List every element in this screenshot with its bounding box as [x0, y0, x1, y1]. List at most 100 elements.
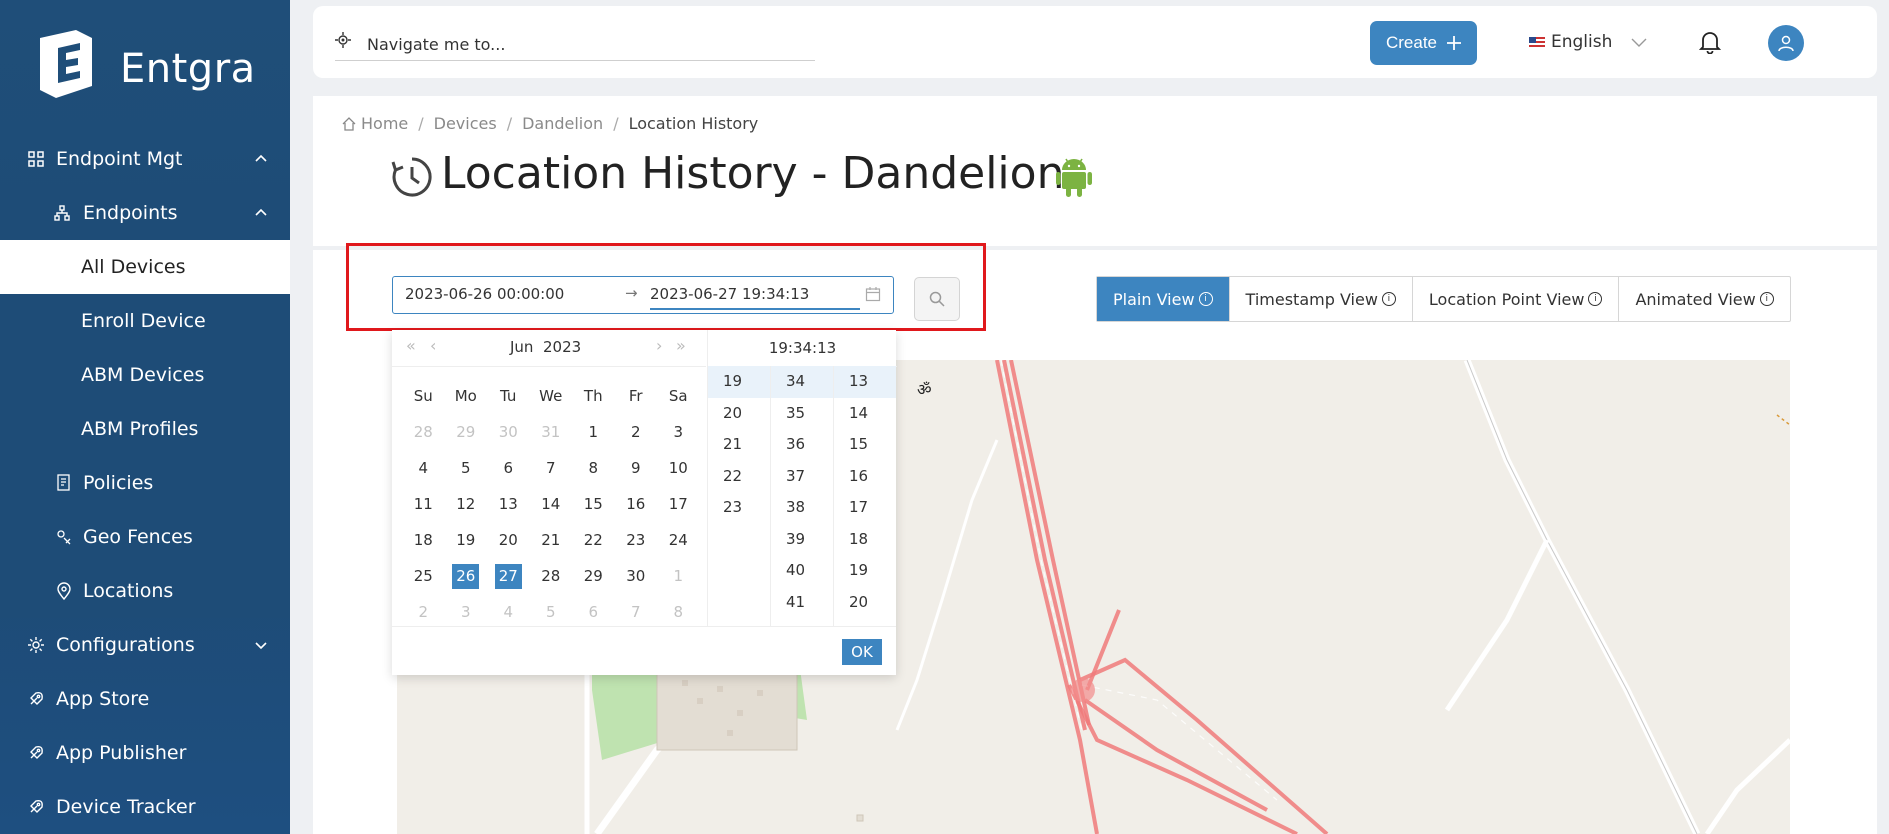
- next-year-icon[interactable]: »: [676, 336, 686, 355]
- calendar-day[interactable]: 30: [487, 414, 530, 450]
- sidebar-item-endpoints[interactable]: Endpoints: [0, 186, 290, 240]
- sidebar-item-endpoint-mgt[interactable]: Endpoint Mgt: [0, 132, 290, 186]
- calendar-day[interactable]: 12: [445, 486, 488, 522]
- calendar-day[interactable]: 6: [487, 450, 530, 486]
- calendar-day[interactable]: 23: [615, 522, 658, 558]
- second-option[interactable]: 14: [834, 398, 896, 430]
- hour-option[interactable]: 22: [708, 461, 770, 493]
- calendar-day[interactable]: 8: [572, 450, 615, 486]
- breadcrumb-devices[interactable]: Devices: [434, 114, 497, 133]
- calendar-day[interactable]: 9: [615, 450, 658, 486]
- calendar-day-selected[interactable]: 26: [445, 558, 488, 594]
- calendar-year[interactable]: 2023: [543, 338, 581, 356]
- calendar-day[interactable]: 19: [445, 522, 488, 558]
- hour-option[interactable]: 23: [708, 492, 770, 524]
- tab-animated-view[interactable]: Animated View i: [1619, 277, 1789, 321]
- calendar-day[interactable]: 15: [572, 486, 615, 522]
- sidebar-item-abm-devices[interactable]: ABM Devices: [0, 348, 290, 402]
- second-option[interactable]: 18: [834, 524, 896, 556]
- calendar-day[interactable]: 14: [530, 486, 573, 522]
- calendar-day[interactable]: 31: [530, 414, 573, 450]
- calendar-day[interactable]: 21: [530, 522, 573, 558]
- hour-option[interactable]: 19: [708, 366, 770, 398]
- bell-icon[interactable]: [1699, 30, 1721, 54]
- minute-option[interactable]: 38: [771, 492, 833, 524]
- second-option[interactable]: 16: [834, 461, 896, 493]
- sidebar-item-app-publisher[interactable]: App Publisher: [0, 726, 290, 780]
- calendar-day-selected[interactable]: 27: [487, 558, 530, 594]
- sidebar-item-locations[interactable]: Locations: [0, 564, 290, 618]
- sidebar-item-configurations[interactable]: Configurations: [0, 618, 290, 672]
- hour-option[interactable]: 20: [708, 398, 770, 430]
- second-option[interactable]: 20: [834, 587, 896, 619]
- minute-option[interactable]: 35: [771, 398, 833, 430]
- calendar-day[interactable]: 16: [615, 486, 658, 522]
- calendar-day[interactable]: 5: [530, 594, 573, 630]
- calendar-day[interactable]: 8: [657, 594, 700, 630]
- calendar-day[interactable]: 20: [487, 522, 530, 558]
- prev-year-icon[interactable]: «: [406, 336, 416, 355]
- calendar-day[interactable]: 4: [402, 450, 445, 486]
- calendar-day[interactable]: 11: [402, 486, 445, 522]
- calendar-day[interactable]: 18: [402, 522, 445, 558]
- calendar-day[interactable]: 24: [657, 522, 700, 558]
- create-button[interactable]: Create: [1370, 21, 1477, 65]
- sidebar-item-app-store[interactable]: App Store: [0, 672, 290, 726]
- calendar-day[interactable]: 3: [445, 594, 488, 630]
- search-button[interactable]: [914, 277, 960, 321]
- sidebar-item-enroll-device[interactable]: Enroll Device: [0, 294, 290, 348]
- minute-option[interactable]: 40: [771, 555, 833, 587]
- second-option[interactable]: 17: [834, 492, 896, 524]
- second-option[interactable]: 19: [834, 555, 896, 587]
- tab-plain-view[interactable]: Plain View i: [1097, 277, 1230, 321]
- ok-button[interactable]: OK: [842, 639, 882, 665]
- minute-option[interactable]: 36: [771, 429, 833, 461]
- next-month-icon[interactable]: ›: [656, 336, 662, 355]
- calendar-day[interactable]: 28: [402, 414, 445, 450]
- sidebar-item-all-devices[interactable]: All Devices: [0, 240, 290, 294]
- logo[interactable]: Entgra: [30, 28, 270, 98]
- calendar-day[interactable]: 10: [657, 450, 700, 486]
- calendar-month[interactable]: Jun: [510, 338, 533, 356]
- calendar-day[interactable]: 17: [657, 486, 700, 522]
- calendar-month-year[interactable]: Jun 2023: [510, 338, 581, 356]
- calendar-day[interactable]: 29: [445, 414, 488, 450]
- second-option[interactable]: 15: [834, 429, 896, 461]
- sidebar-item-geo-fences[interactable]: Geo Fences: [0, 510, 290, 564]
- language-selector[interactable]: English: [1529, 32, 1650, 52]
- calendar-day[interactable]: 5: [445, 450, 488, 486]
- calendar-day[interactable]: 1: [657, 558, 700, 594]
- calendar-day[interactable]: 2: [402, 594, 445, 630]
- calendar-day[interactable]: 30: [615, 558, 658, 594]
- tab-timestamp-view[interactable]: Timestamp View i: [1230, 277, 1413, 321]
- sidebar-item-device-tracker[interactable]: Device Tracker: [0, 780, 290, 834]
- calendar-day[interactable]: 7: [615, 594, 658, 630]
- start-date-input[interactable]: 2023-06-26 00:00:00: [405, 285, 564, 303]
- calendar-day[interactable]: 3: [657, 414, 700, 450]
- navigate-input[interactable]: [365, 30, 799, 58]
- calendar-day[interactable]: 2: [615, 414, 658, 450]
- minute-option[interactable]: 39: [771, 524, 833, 556]
- avatar[interactable]: [1768, 25, 1804, 61]
- second-option[interactable]: 13: [834, 366, 896, 398]
- calendar-day[interactable]: 4: [487, 594, 530, 630]
- sidebar-item-policies[interactable]: Policies: [0, 456, 290, 510]
- end-date-input[interactable]: 2023-06-27 19:34:13: [650, 285, 809, 303]
- calendar-day[interactable]: 7: [530, 450, 573, 486]
- calendar-day[interactable]: 29: [572, 558, 615, 594]
- prev-month-icon[interactable]: ‹: [430, 336, 436, 355]
- date-range-picker[interactable]: 2023-06-26 00:00:00 → 2023-06-27 19:34:1…: [392, 276, 894, 314]
- minute-option[interactable]: 41: [771, 587, 833, 619]
- calendar-day[interactable]: 6: [572, 594, 615, 630]
- sidebar-item-abm-profiles[interactable]: ABM Profiles: [0, 402, 290, 456]
- calendar-day[interactable]: 28: [530, 558, 573, 594]
- calendar-day[interactable]: 25: [402, 558, 445, 594]
- calendar-day[interactable]: 1: [572, 414, 615, 450]
- minute-option[interactable]: 34: [771, 366, 833, 398]
- hour-option[interactable]: 21: [708, 429, 770, 461]
- tab-location-point-view[interactable]: Location Point View i: [1413, 277, 1620, 321]
- calendar-day[interactable]: 13: [487, 486, 530, 522]
- breadcrumb-home[interactable]: Home: [361, 114, 408, 133]
- minute-option[interactable]: 37: [771, 461, 833, 493]
- calendar-day[interactable]: 22: [572, 522, 615, 558]
